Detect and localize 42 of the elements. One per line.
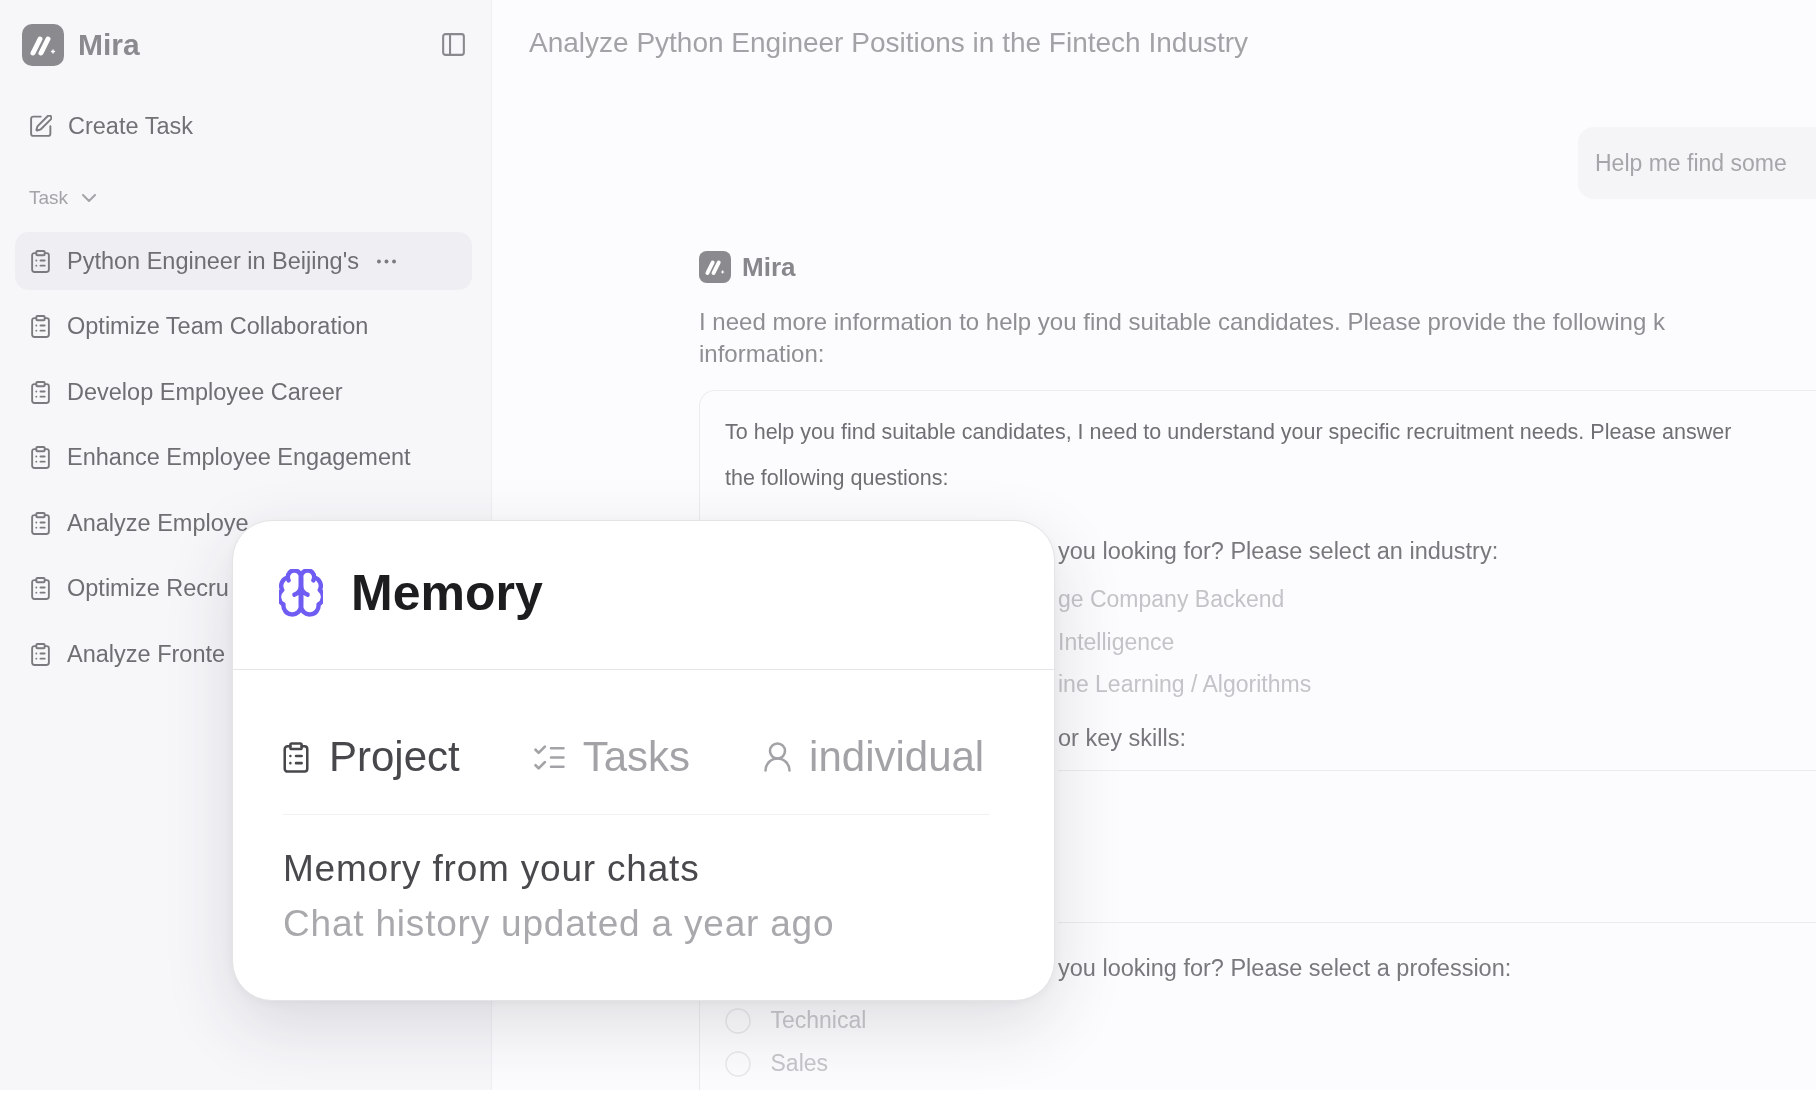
memory-tab[interactable]: Tasks xyxy=(533,732,691,782)
question-text: you looking for? Please select a profession: xyxy=(1058,953,1512,983)
clipboard-icon xyxy=(31,315,50,338)
task-item[interactable]: Optimize Recru xyxy=(15,559,229,618)
radio-icon[interactable] xyxy=(725,1007,751,1034)
clipboard-icon xyxy=(283,741,309,773)
logo-icon xyxy=(22,23,64,66)
person-icon xyxy=(764,742,792,772)
assistant-name: Mira xyxy=(742,251,796,283)
task-item[interactable]: Analyze Fronte xyxy=(15,625,226,683)
question-text: or key skills: xyxy=(1058,723,1186,753)
memory-tab[interactable]: individual xyxy=(764,732,985,782)
task-section-header[interactable]: Task xyxy=(29,183,97,213)
assistant-message: I need more information to help you find suitable candidates. Please provide the following k information: xyxy=(699,307,1665,369)
task-item[interactable]: Enhance Employee Engagement xyxy=(15,428,411,487)
logo-icon xyxy=(699,251,731,283)
clipboard-icon xyxy=(31,577,50,600)
memory-tab[interactable]: Project xyxy=(283,732,460,782)
memory-subtitle: Chat history updated a year ago xyxy=(283,902,835,946)
intro-text: To help you find suitable candidates, I need to understand your specific recruitment needs. Please answer the following questions: xyxy=(725,418,1732,492)
task-item[interactable]: Python Engineer in Beijing's xyxy=(15,232,472,290)
checklist-icon xyxy=(533,744,565,770)
brain-icon xyxy=(279,569,323,617)
task-item[interactable]: Optimize Team Collaboration xyxy=(15,297,369,356)
sidebar-toggle-icon[interactable] xyxy=(442,33,465,56)
page-title: Analyze Python Engineer Positions in the Fintech Industry xyxy=(529,27,1249,59)
edit-icon xyxy=(30,114,52,138)
radio-icon[interactable] xyxy=(725,1050,751,1077)
clipboard-icon xyxy=(31,511,50,535)
task-item[interactable]: Develop Employee Career xyxy=(15,363,343,421)
more-icon[interactable] xyxy=(376,258,396,264)
question-text: you looking for? Please select an industry: xyxy=(1058,536,1499,566)
task-item[interactable]: Analyze Employe xyxy=(15,494,249,552)
answer-box[interactable] xyxy=(1058,769,1816,923)
brand-name: Mira xyxy=(78,27,140,62)
clipboard-icon xyxy=(31,446,50,469)
create-task-button[interactable]: Create Task xyxy=(30,104,193,148)
clipboard-icon xyxy=(31,249,50,273)
memory-heading: Memory from your chats xyxy=(283,847,700,891)
user-message: Help me find some xyxy=(1578,127,1816,199)
clipboard-icon xyxy=(31,642,50,666)
clipboard-icon xyxy=(31,380,50,404)
